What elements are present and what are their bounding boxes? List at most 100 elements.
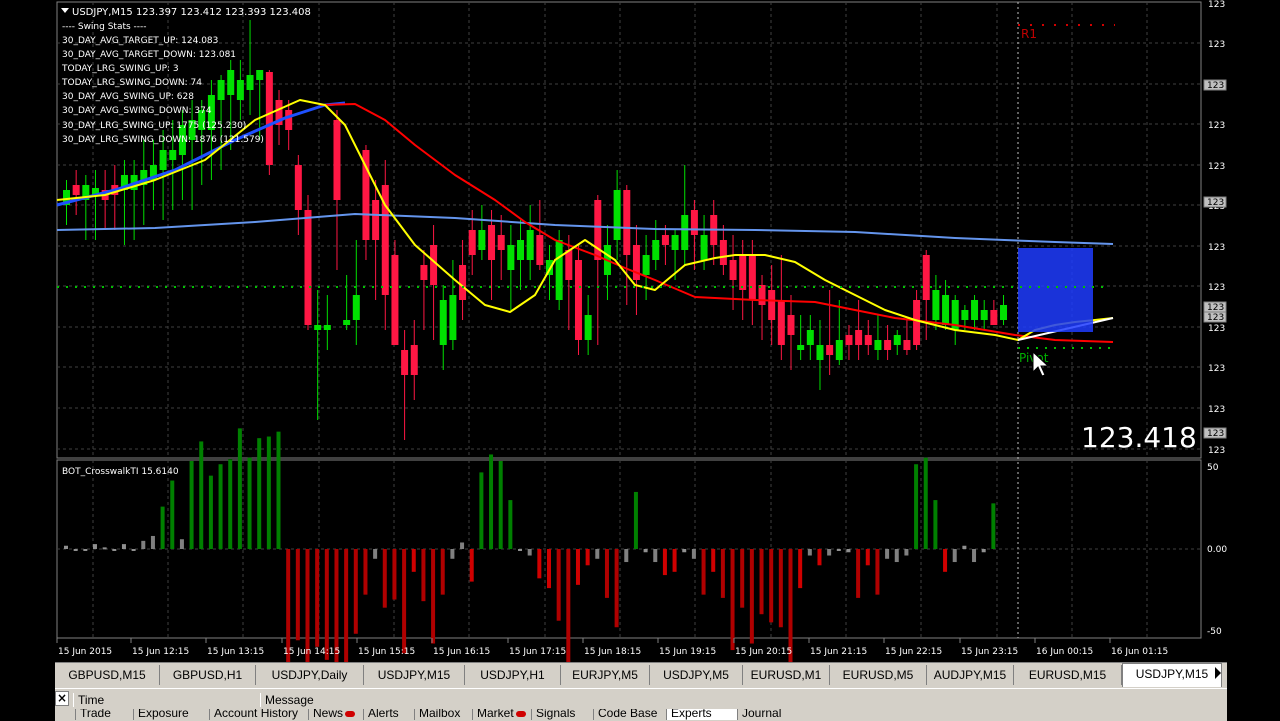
candle-body [922,255,930,300]
candle-body [265,72,273,165]
symbol-tab[interactable]: EURUSD,M15 [1014,665,1122,685]
terminal-tab[interactable]: Signals [531,709,593,720]
symbol-tab[interactable]: AUDJPY,M15 [927,665,1014,685]
candle-body [217,80,225,100]
terminal-tab[interactable]: Market [472,709,531,720]
symbol-tab[interactable]: EURUSD,M5 [830,665,927,685]
indicator-tick-label: 50 [1207,463,1219,473]
histogram-bar [102,547,107,550]
histogram-bar [788,549,793,662]
terminal-tab-label: Signals [536,709,576,720]
histogram-bar [131,549,136,551]
chart-canvas[interactable]: 1231231231231231231231231231231231231231… [55,0,1227,662]
candle-body [391,255,399,345]
time-label: 15 Jun 19:15 [659,647,716,657]
candle-body [971,300,979,320]
histogram-bar [479,472,484,549]
stat-line: TODAY_LRG_SWING_UP: 3 [61,64,179,74]
candle-body [874,340,882,350]
candle-body [835,340,843,360]
candle-body [584,315,592,340]
tab-scroll-right-icon[interactable] [1215,667,1221,679]
histogram-bar [865,549,870,566]
histogram-bar [498,460,503,549]
terminal-tab[interactable]: Trade [75,709,133,720]
histogram-bar [662,549,667,576]
time-label: 15 Jun 2015 [58,647,112,657]
histogram-bar [885,549,890,559]
candle-body [777,300,785,345]
range-box [1018,248,1093,332]
price-box-label: 123 [1207,313,1224,323]
symbol-tab[interactable]: USDJPY,H1 [465,665,561,685]
terminal-tab[interactable]: Code Base [593,709,666,720]
candle-body [574,260,582,340]
col-message-header[interactable]: Message [260,693,665,707]
candle-body [623,190,631,255]
indicator-title: BOT_CrosswalkTI 15.6140 [62,467,179,477]
histogram-bar [247,457,252,549]
candle-body [372,200,380,240]
histogram-bar [257,438,262,549]
candle-body [739,255,747,290]
candle-body [980,310,988,320]
time-label: 15 Jun 17:15 [509,647,566,657]
symbol-tab[interactable]: USDJPY,M15 [364,665,465,685]
histogram-bar [740,549,745,608]
col-time-header[interactable]: Time [73,693,258,707]
histogram-bar [199,441,204,549]
candle-body [410,345,418,375]
letterbox-left [0,0,55,720]
close-icon[interactable]: × [55,691,69,706]
histogram-bar [633,491,638,549]
terminal-tab-label: Experts [671,709,712,720]
symbol-tab[interactable]: EURUSD,M1 [743,665,830,685]
histogram-bar [295,549,300,641]
symbol-tab[interactable]: USDJPY,M15 [1122,663,1222,687]
terminal-tab[interactable]: Exposure [133,709,209,720]
notification-badge-icon [345,710,356,717]
terminal-tab[interactable]: Alerts [363,709,414,720]
candle-body [459,265,467,300]
candle-body [236,80,244,100]
terminal-tab[interactable]: Journal [737,709,799,720]
terminal-tab[interactable]: News [308,709,363,720]
candle-body [864,335,872,345]
price-tick-label: 123 [1208,446,1225,456]
histogram-bar [421,549,426,602]
symbol-tab[interactable]: USDJPY,Daily [256,665,364,685]
histogram-bar [547,549,551,589]
candle-body [661,235,669,245]
symbol-tab[interactable]: EURJPY,M5 [561,665,650,685]
candle-body [884,340,892,350]
chart-overlays [57,24,1115,349]
symbol-tab[interactable]: USDJPY,M5 [650,665,743,685]
candle-body [304,210,312,325]
candle-body [333,120,341,200]
indicator-tick-label: -50 [1207,627,1222,637]
candle-body [401,350,409,375]
histogram-bar [112,549,117,551]
terminal-tab[interactable]: Experts [666,709,737,720]
terminal-tab-label: Alerts [368,709,399,720]
candle-body [826,345,834,355]
price-box-label: 123 [1207,198,1224,208]
chart-header: USDJPY,M15 123.397 123.412 123.393 123.4… [72,7,311,18]
histogram-bar [711,549,716,572]
stats-title: ---- Swing Stats ---- [62,22,147,32]
terminal-tab[interactable]: Mailbox [414,709,472,720]
chart-menu-arrow-icon[interactable] [61,8,69,13]
candle-body [294,165,302,210]
symbol-tab[interactable]: GBPUSD,H1 [160,665,256,685]
histogram-bar [575,549,580,585]
histogram-bar [846,549,851,553]
candle-body [816,345,824,360]
symbol-tab[interactable]: GBPUSD,M15 [55,665,160,685]
terminal-tab[interactable]: Account History [209,709,308,720]
time-label: 15 Jun 18:15 [584,647,641,657]
terminal-tab-label: Market [477,709,514,720]
histogram-bar [83,549,88,551]
histogram-bar [798,549,803,589]
time-label: 15 Jun 15:15 [358,647,415,657]
candle-body [719,240,727,265]
